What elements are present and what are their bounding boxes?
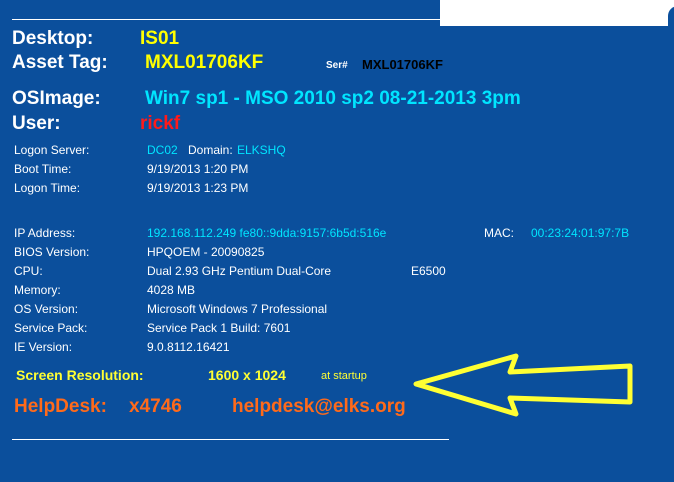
- asset-tag-value: MXL01706KF: [145, 52, 264, 73]
- mac-value: 00:23:24:01:97:7B: [531, 226, 630, 240]
- mac-label: MAC:: [484, 226, 514, 240]
- logon-time-value: 9/19/2013 1:23 PM: [147, 181, 249, 195]
- service-pack-label: Service Pack:: [14, 321, 88, 335]
- os-version-value: Microsoft Windows 7 Professional: [147, 302, 328, 316]
- domain-value: ELKSHQ: [237, 143, 286, 157]
- bottom-divider: [12, 439, 449, 440]
- ie-version-value: 9.0.8112.16421: [147, 340, 230, 354]
- service-pack-value: Service Pack 1 Build: 7601: [147, 321, 291, 335]
- logon-server-value: DC02: [147, 143, 178, 157]
- user-label: User:: [12, 113, 61, 134]
- domain-label: Domain:: [188, 143, 233, 157]
- cpu-model: E6500: [411, 264, 446, 278]
- ip-address-value: 192.168.112.249 fe80::9dda:9157:6b5d:516…: [147, 226, 387, 240]
- ip-address-label: IP Address:: [14, 226, 76, 240]
- desktop-label: Desktop:: [12, 28, 94, 49]
- helpdesk-label: HelpDesk:: [14, 396, 107, 417]
- os-version-label: OS Version:: [14, 302, 79, 316]
- bginfo-panel: Desktop: IS01 Asset Tag: MXL01706KF Ser#…: [0, 0, 674, 482]
- helpdesk-ext: x4746: [129, 396, 182, 417]
- memory-label: Memory:: [14, 283, 61, 297]
- serial-value: MXL01706KF: [362, 57, 443, 72]
- bios-version-label: BIOS Version:: [14, 245, 90, 259]
- bios-version-value: HPQOEM - 20090825: [147, 245, 265, 259]
- asset-tag-label: Asset Tag:: [12, 52, 108, 73]
- ie-version-label: IE Version:: [14, 340, 73, 354]
- memory-value: 4028 MB: [147, 283, 196, 297]
- cpu-label: CPU:: [14, 264, 43, 278]
- serial-label: Ser#: [326, 60, 348, 71]
- screen-resolution-value: 1600 x 1024: [208, 367, 286, 383]
- logon-time-label: Logon Time:: [14, 181, 81, 195]
- os-image-label: OSImage:: [12, 88, 101, 109]
- boot-time-label: Boot Time:: [14, 162, 72, 176]
- helpdesk-email: helpdesk@elks.org: [232, 396, 406, 417]
- logon-server-label: Logon Server:: [14, 143, 90, 157]
- boot-time-value: 9/19/2013 1:20 PM: [147, 162, 249, 176]
- desktop-value: IS01: [140, 28, 180, 49]
- arrow-left-icon: [413, 353, 633, 417]
- os-image-value: Win7 sp1 - MSO 2010 sp2 08-21-2013 3pm: [145, 88, 521, 109]
- screen-resolution-label: Screen Resolution:: [16, 367, 144, 383]
- top-divider: [12, 19, 449, 20]
- top-white-notch: [440, 0, 674, 26]
- user-value: rickf: [140, 113, 181, 134]
- screen-resolution-note: at startup: [321, 370, 367, 382]
- cpu-value: Dual 2.93 GHz Pentium Dual-Core: [147, 264, 332, 278]
